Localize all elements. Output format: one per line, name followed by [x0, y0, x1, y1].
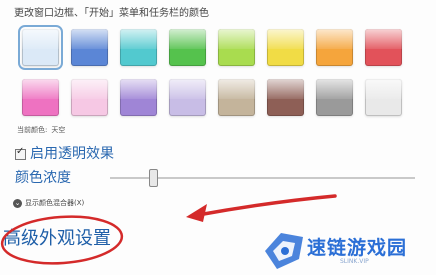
- annotation-circle: [0, 215, 124, 265]
- watermark-subtext: SLINK.VIP: [340, 258, 369, 265]
- watermark-text: 速链游戏园: [307, 237, 408, 259]
- color-settings-window: 更改窗口边框、「开始」菜单和任务栏的颜色 当前颜色: 天空 ✓ 启用透明效果 颜色…: [0, 0, 436, 275]
- annotation-arrow-shaft: [196, 194, 337, 217]
- annotation-arrow-head: [186, 204, 207, 222]
